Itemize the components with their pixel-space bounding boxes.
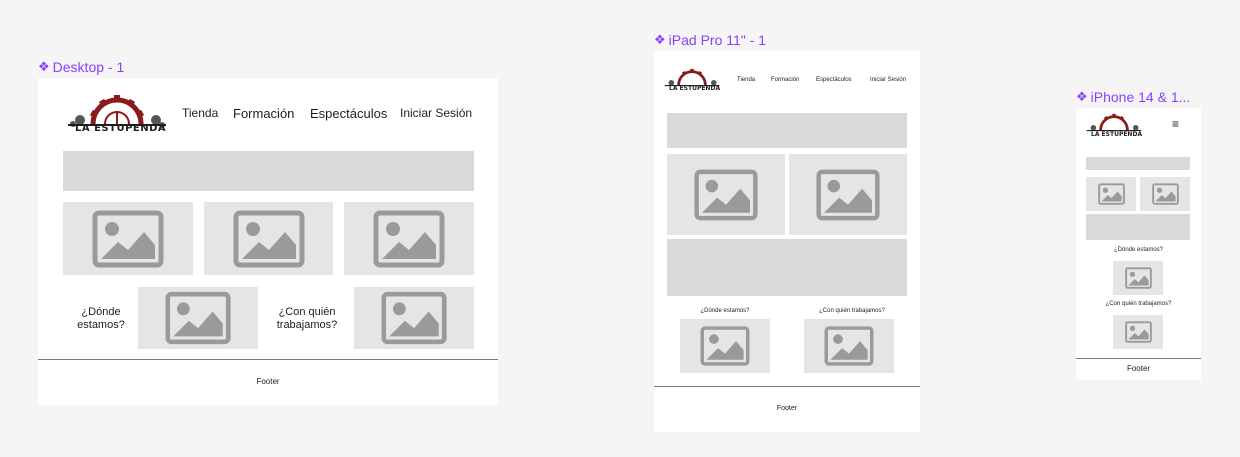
nav-iniciar-sesion[interactable]: Iniciar Sesión — [870, 77, 906, 83]
hero-banner — [1086, 157, 1190, 170]
image-icon — [381, 291, 447, 345]
image-icon — [824, 326, 874, 366]
footer: Footer — [776, 405, 798, 412]
frame-label-text: Desktop - 1 — [52, 59, 125, 75]
image-icon — [700, 326, 750, 366]
image-icon — [1097, 183, 1125, 205]
where-label: ¿Dónde estamos? — [77, 306, 125, 331]
footer-divider — [654, 386, 920, 387]
footer: Footer — [256, 377, 280, 386]
image-icon — [694, 169, 758, 220]
image-icon — [92, 210, 164, 267]
image-placeholder — [667, 154, 785, 235]
nav-espectaculos[interactable]: Espectáculos — [816, 77, 852, 83]
image-placeholder — [1140, 177, 1190, 211]
image-placeholder — [789, 154, 907, 235]
hero-banner — [667, 113, 907, 148]
image-icon — [165, 291, 231, 345]
footer-divider — [38, 359, 498, 360]
footer-divider — [1076, 358, 1201, 359]
logo-text: LA ESTUPENDA — [1091, 131, 1143, 138]
image-placeholder — [204, 202, 333, 275]
image-placeholder — [1086, 177, 1136, 211]
component-icon: ❖ — [38, 59, 50, 74]
image-placeholder — [344, 202, 474, 275]
nav-tienda[interactable]: Tienda — [182, 106, 218, 120]
frame-label-text: iPhone 14 & 1... — [1090, 89, 1191, 105]
iphone-frame: LA ESTUPENDA ≡ ¿Dónde estamos? ¿Con quié… — [1076, 108, 1201, 380]
hamburger-menu-icon[interactable]: ≡ — [1172, 118, 1179, 130]
logo-text: LA ESTUPENDA — [669, 85, 721, 92]
content-banner — [1086, 214, 1190, 240]
frame-label-ipad[interactable]: ❖ iPad Pro 11" - 1 — [654, 32, 766, 48]
image-icon — [1151, 183, 1179, 205]
desktop-frame: LA ESTUPENDA Tienda Formación Espectácul… — [38, 78, 498, 405]
image-placeholder — [63, 202, 193, 275]
image-icon — [373, 210, 445, 267]
image-icon — [816, 169, 880, 220]
where-label: ¿Dónde estamos? — [1113, 247, 1164, 253]
nav-espectaculos[interactable]: Espectáculos — [310, 106, 387, 121]
ipad-frame: LA ESTUPENDA Tienda Formación Espectácul… — [654, 51, 920, 432]
nav-iniciar-sesion[interactable]: Iniciar Sesión — [400, 106, 472, 120]
footer: Footer — [1126, 364, 1151, 373]
image-icon — [233, 210, 304, 267]
frame-label-text: iPad Pro 11" - 1 — [668, 32, 766, 48]
image-icon — [1124, 267, 1152, 289]
image-placeholder — [1113, 315, 1163, 349]
nav-formacion[interactable]: Formación — [233, 106, 294, 121]
image-placeholder — [354, 287, 474, 349]
image-placeholder — [804, 319, 894, 373]
image-placeholder — [138, 287, 258, 349]
nav-tienda[interactable]: Tienda — [737, 77, 755, 83]
nav-formacion[interactable]: Formación — [771, 77, 799, 83]
component-icon: ❖ — [1076, 89, 1088, 104]
content-banner — [667, 239, 907, 296]
component-icon: ❖ — [654, 32, 666, 47]
image-icon — [1124, 321, 1152, 343]
hero-banner — [63, 151, 474, 191]
who-label: ¿Con quién trabajamos? — [819, 308, 885, 314]
image-placeholder — [680, 319, 770, 373]
frame-label-iphone[interactable]: ❖ iPhone 14 & 1... — [1076, 89, 1190, 105]
image-placeholder — [1113, 261, 1163, 295]
frame-label-desktop[interactable]: ❖ Desktop - 1 — [38, 59, 124, 75]
who-label: ¿Con quién trabajamos? — [1105, 301, 1172, 307]
logo-text: LA ESTUPENDA — [75, 123, 167, 134]
who-label: ¿Con quién trabajamos? — [276, 306, 338, 331]
where-label: ¿Dónde estamos? — [700, 308, 750, 314]
